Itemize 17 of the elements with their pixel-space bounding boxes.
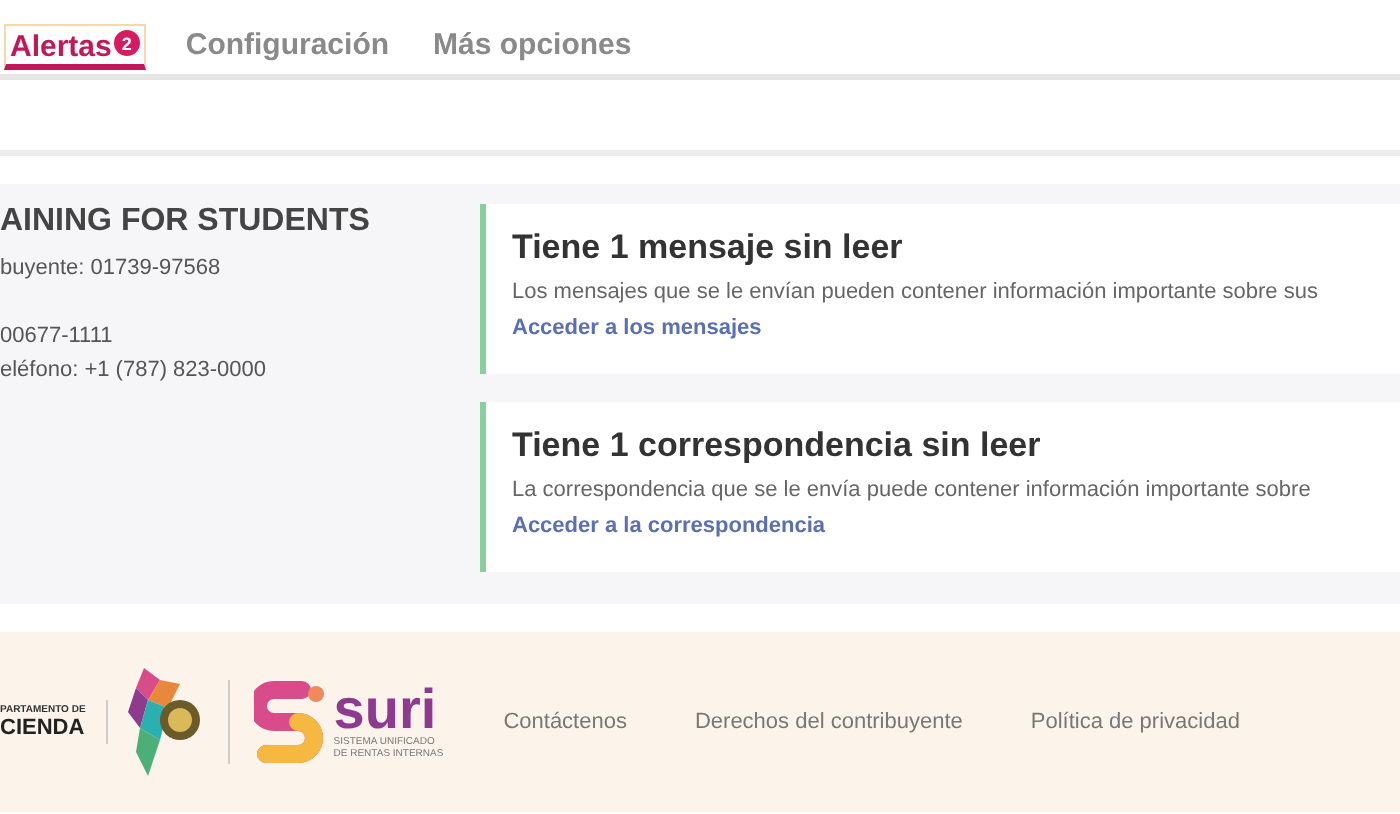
account-detail: buyente: 01739-97568 — [0, 256, 221, 280]
footer-link[interactable]: Política de privacidad — [1030, 710, 1240, 734]
tab[interactable]: Más opciones — [429, 24, 636, 70]
footer-link[interactable]: Contáctenos — [503, 710, 627, 734]
alert-link[interactable]: Acceder a los mensajes — [512, 316, 762, 340]
account-detail: eléfono: +1 (787) 823-0000 — [0, 358, 267, 382]
tab[interactable]: Configuración — [181, 24, 394, 70]
alert-title: Tiene 1 correspondencia sin leer — [512, 426, 1041, 464]
footer-link[interactable]: Derechos del contribuyente — [694, 710, 963, 734]
alert-text: La correspondencia que se le envía puede contener información importante sobre — [512, 478, 1311, 502]
alert-text: Los mensajes que se le envían pueden contener información importante sobre sus — [512, 280, 1318, 304]
alert-link[interactable]: Acceder a la correspondencia — [512, 514, 826, 538]
tab[interactable]: Alertas 2 — [4, 24, 146, 70]
alert-title: Tiene 1 mensaje sin leer — [512, 228, 903, 266]
account-name: AINING FOR STUDENTS — [0, 204, 372, 240]
account-detail: 00677-1111 — [0, 324, 113, 348]
count-badge: 2 — [113, 30, 140, 56]
